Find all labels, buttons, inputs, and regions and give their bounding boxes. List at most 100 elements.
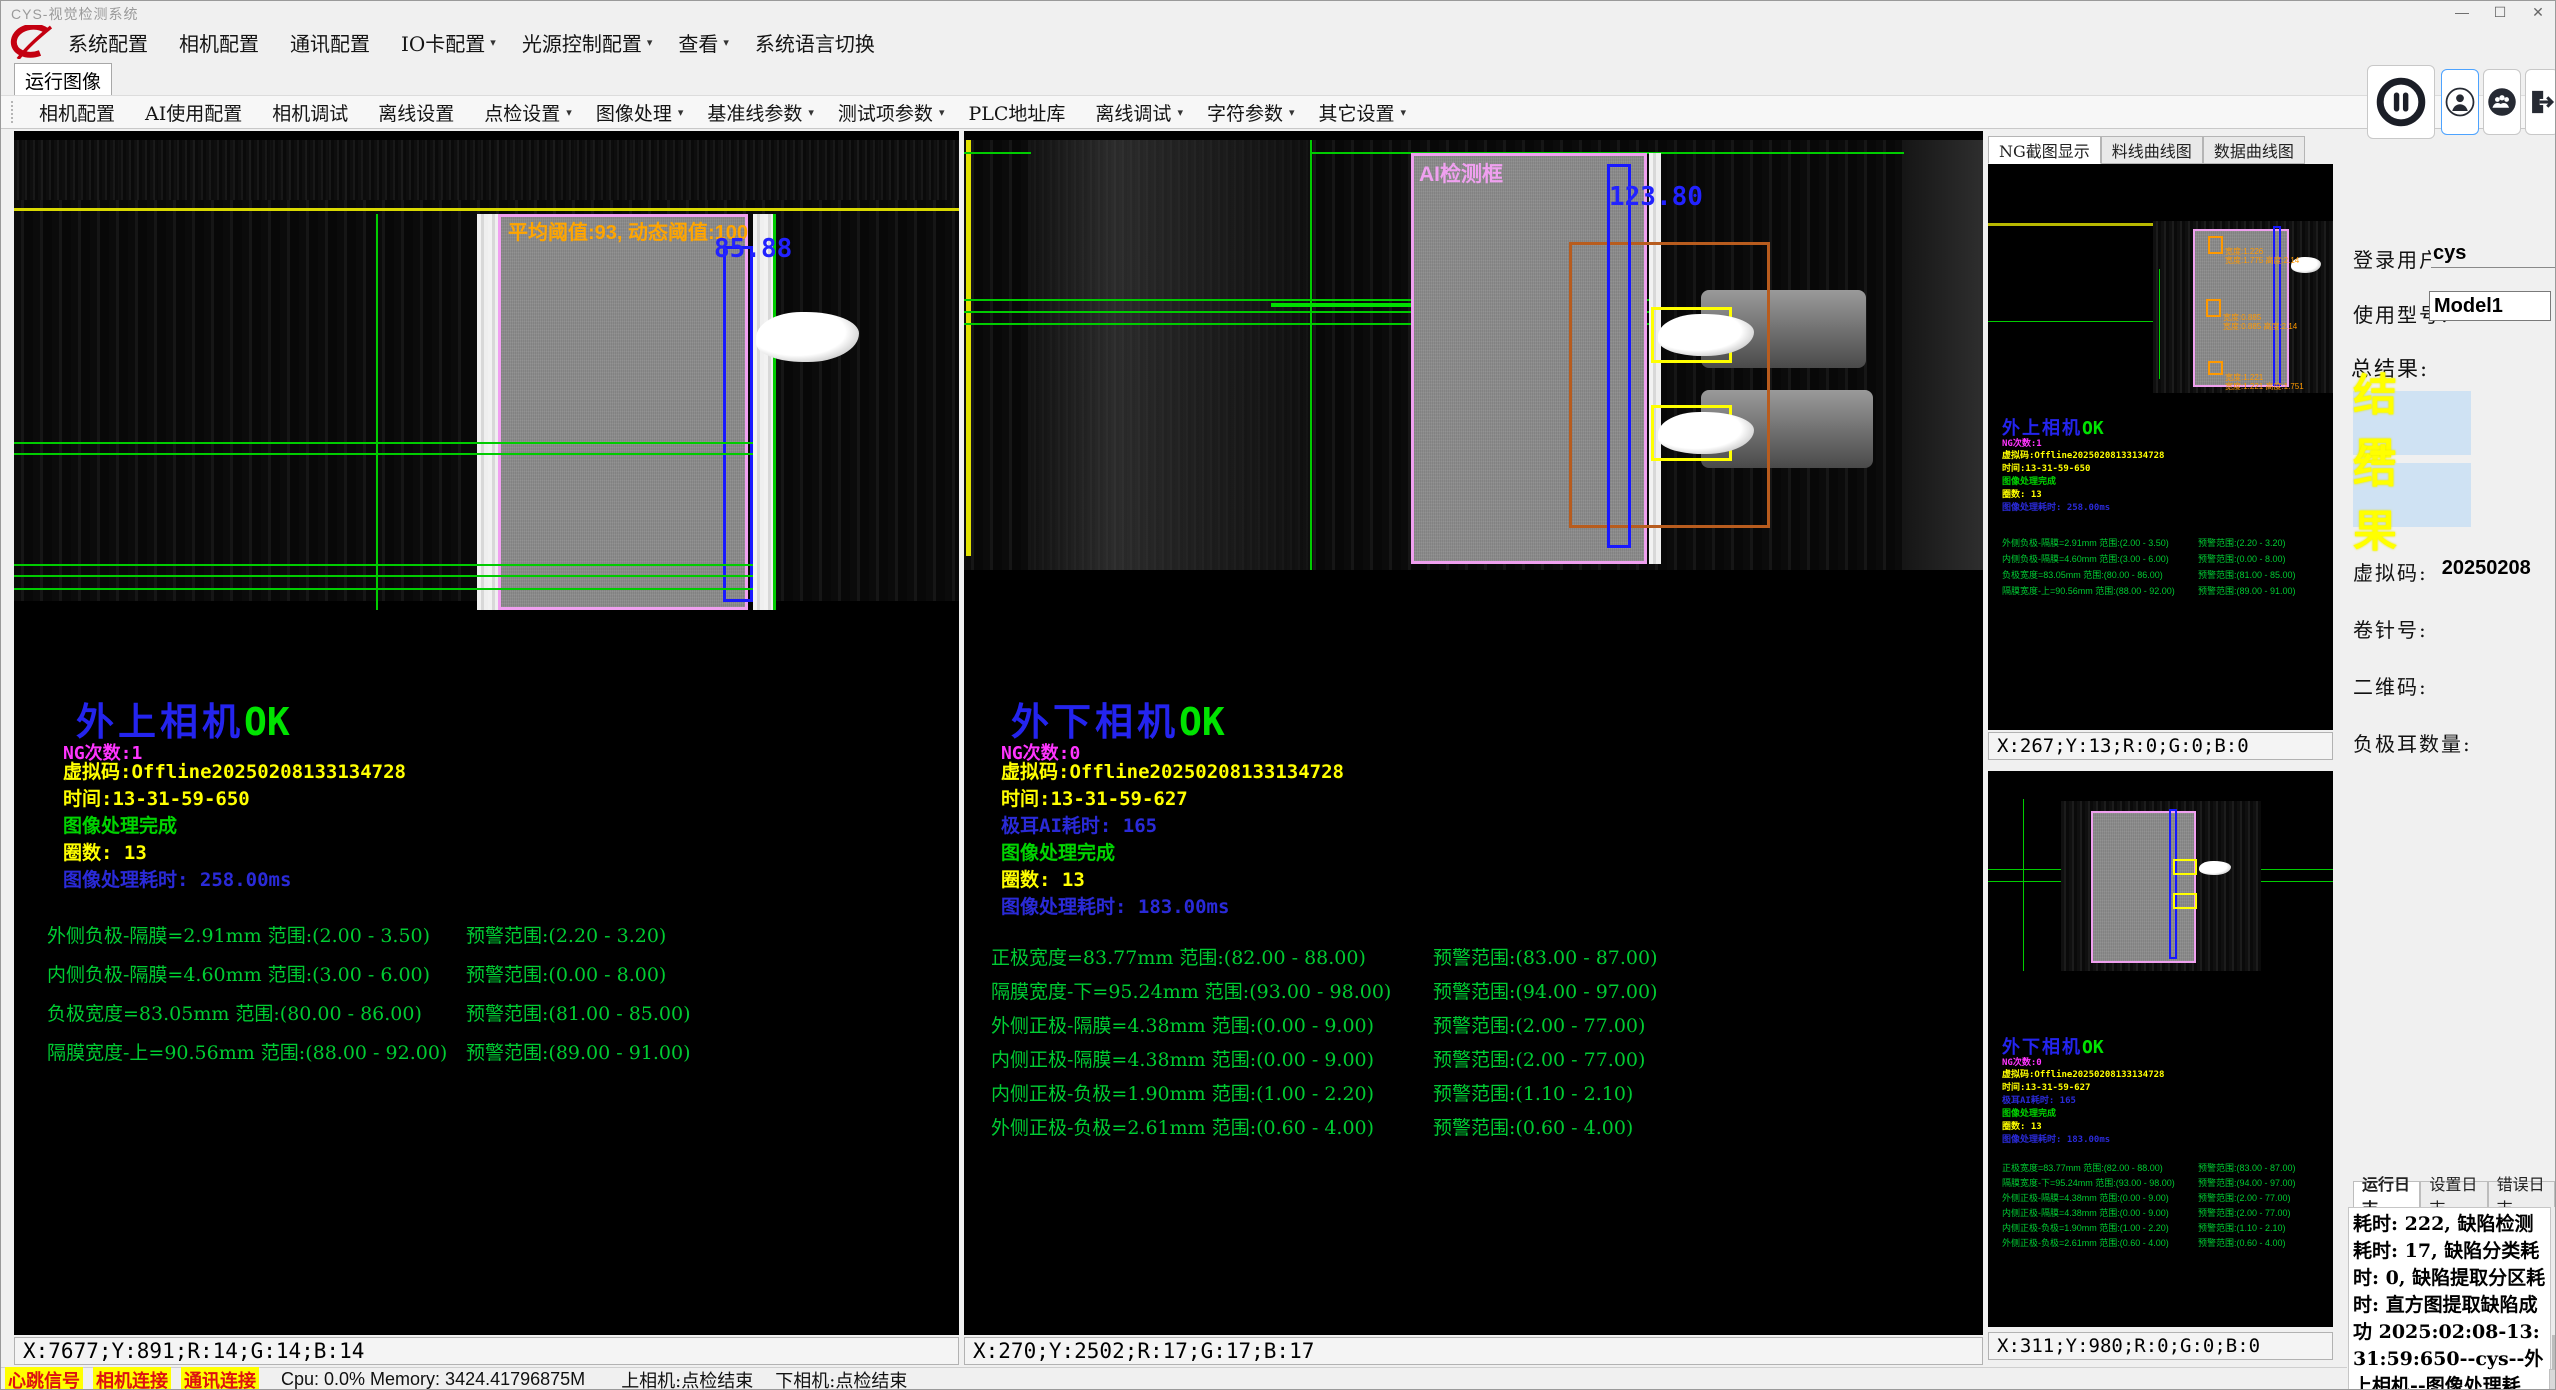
- middle-yellow-vline: [966, 140, 971, 556]
- menu-bar: 系统配置 相机配置 通讯配置 IO卡配置▾ 光源控制配置▾ 查看▾ 系统语言切换: [1, 23, 2556, 61]
- camera-info-line: 图像处理完成: [2002, 474, 2164, 487]
- log-tab[interactable]: 设置日志: [2420, 1181, 2487, 1209]
- measurement-row: 隔膜宽度-上=90.56mm 范围:(88.00 - 92.00) 预警范围:(…: [2002, 584, 2322, 600]
- info-field-row: 卷针号:: [2353, 614, 2531, 671]
- defect-note: 宽度:1.226 宽度:1.775 高度:2.14: [2225, 247, 2299, 265]
- info-field-value: 20250208: [2442, 557, 2531, 580]
- middle-camera-image[interactable]: AI检测框 123.80: [964, 140, 1983, 570]
- menu-item[interactable]: 相机配置: [166, 28, 277, 57]
- left-green-vline-right: [773, 214, 776, 610]
- log-tab[interactable]: 运行日志: [2353, 1181, 2420, 1209]
- mini-electrode: [2091, 811, 2196, 963]
- result-blocks: 结 果结 果: [2353, 391, 2471, 527]
- dropdown-arrow-icon: ▾: [1177, 106, 1183, 119]
- middle-measure-box: [1607, 164, 1631, 548]
- log-output[interactable]: 耗时: 222, 缺陷检测耗时: 17, 缺陷分类耗时: 0, 缺陷提取分区耗时…: [2348, 1207, 2551, 1390]
- camera-info-line: 图像处理完成: [63, 811, 406, 838]
- ng-snapshot-bottom: 外下相机OK NG次数:0 虚拟码:Offline202502081331347…: [1988, 771, 2333, 1327]
- thumb-bottom-green-vline: [2023, 799, 2024, 971]
- thumb-bottom-mini-image: [2061, 801, 2261, 971]
- user-button[interactable]: [2441, 69, 2479, 135]
- left-camera-title-row: 外上相机OK: [76, 691, 290, 746]
- menu-item[interactable]: 查看▾: [665, 28, 742, 57]
- model-input[interactable]: [2429, 291, 2551, 321]
- user-icon: [2445, 87, 2475, 117]
- camera-info-line: 图像处理耗时: 183.00ms: [2002, 1132, 2164, 1145]
- log-tab[interactable]: 错误日志: [2488, 1181, 2555, 1209]
- left-green-hline-1: [14, 442, 753, 444]
- toolbar-items: 相机配置 AI使用配置 相机调试 离线设置 点检设置▾ 图像处理▾ 基准线参数▾…: [27, 99, 1418, 126]
- middle-coords-bar: X:270;Y:2502;R:17;G:17;B:17: [964, 1337, 1983, 1365]
- sidebar-tab[interactable]: 数据曲线图: [2203, 136, 2305, 164]
- measurement-row: 内侧正极-负极=1.90mm 范围:(1.00 - 2.20) 预警范围:(1.…: [2002, 1221, 2322, 1236]
- camera-status-list: 上相机:点检结束下相机:点检结束: [621, 1367, 907, 1390]
- middle-orange-box: [1569, 242, 1770, 528]
- camera-status: 上相机:点检结束: [621, 1367, 753, 1390]
- toolbar-item[interactable]: 图像处理▾: [584, 99, 696, 126]
- status-indicators: 心跳信号相机连接通讯连接: [5, 1367, 259, 1390]
- status-indicator: 心跳信号: [5, 1367, 83, 1390]
- left-measure-value: 85.88: [714, 234, 792, 264]
- pause-button[interactable]: [2367, 65, 2435, 139]
- camera-info-line: 时间:13-31-59-627: [2002, 1080, 2164, 1093]
- middle-info-lines: 虚拟码:Offline20250208133134728时间:13-31-59-…: [1001, 757, 1344, 919]
- toolbar-item[interactable]: 离线调试▾: [1083, 99, 1195, 126]
- log-scrollbar[interactable]: [2551, 1207, 2556, 1390]
- menu-item[interactable]: IO卡配置▾: [388, 28, 509, 57]
- menu-item[interactable]: 系统配置: [55, 28, 166, 57]
- toolbar: 相机配置 AI使用配置 相机调试 离线设置 点检设置▾ 图像处理▾ 基准线参数▾…: [1, 95, 2556, 129]
- toolbar-item[interactable]: 字符参数▾: [1195, 99, 1307, 126]
- sidebar-tabs: NG截图显示料线曲线图数据曲线图: [1988, 136, 2305, 164]
- menu-item[interactable]: 光源控制配置▾: [509, 28, 666, 57]
- info-fields: 虚拟码: 20250208 卷针号: 二维码: 负极耳数量:: [2353, 557, 2531, 785]
- left-camera-image[interactable]: 平均阈值:93, 动态阈值:100 85.88: [14, 140, 959, 601]
- toolbar-item[interactable]: 离线设置: [366, 99, 472, 126]
- camera-info-line: 圈数: 13: [2002, 487, 2164, 500]
- menu-item[interactable]: 通讯配置: [277, 28, 388, 57]
- dropdown-arrow-icon: ▾: [1289, 106, 1295, 119]
- toolbar-item[interactable]: 其它设置▾: [1307, 99, 1419, 126]
- measurement-row: 外侧负极-隔膜=2.91mm 范围:(2.00 - 3.50) 预警范围:(2.…: [2002, 536, 2322, 552]
- middle-right-band: [1904, 140, 1983, 570]
- toolbar-item[interactable]: AI使用配置: [133, 99, 260, 126]
- toolbar-item[interactable]: 点检设置▾: [472, 99, 584, 126]
- toolbar-grip: [11, 101, 17, 123]
- maximize-button[interactable]: ☐: [2481, 1, 2519, 23]
- app-window: CYS-视觉检测系统 — ☐ ✕ 系统配置 相机配置 通讯配置 IO卡配置▾ 光…: [0, 0, 2556, 1390]
- toolbar-item[interactable]: PLC地址库: [956, 99, 1083, 126]
- toolbar-item[interactable]: 基准线参数▾: [695, 99, 826, 126]
- tab-run-image[interactable]: 运行图像: [14, 63, 112, 96]
- sidebar-tab[interactable]: NG截图显示: [1988, 136, 2101, 164]
- measurement-row: 负极宽度=83.05mm 范围:(80.00 - 86.00) 预警范围:(81…: [47, 999, 947, 1038]
- left-coords-bar: X:7677;Y:891;R:14;G:14;B:14: [14, 1337, 959, 1365]
- thumb-top-info-lines: 虚拟码:Offline20250208133134728时间:13-31-59-…: [2002, 448, 2164, 513]
- users-button[interactable]: [2483, 69, 2521, 135]
- toolbar-item[interactable]: 相机配置: [27, 99, 133, 126]
- mini-yellow-box-1: [2173, 859, 2197, 875]
- measurement-row: 内侧负极-隔膜=4.60mm 范围:(3.00 - 6.00) 预警范围:(0.…: [47, 960, 947, 999]
- sidebar-tab[interactable]: 料线曲线图: [2101, 136, 2203, 164]
- left-image-top-band: [14, 140, 959, 200]
- minimize-button[interactable]: —: [2443, 1, 2481, 23]
- info-field-row: 负极耳数量:: [2353, 728, 2531, 785]
- measurement-row: 负极宽度=83.05mm 范围:(80.00 - 86.00) 预警范围:(81…: [2002, 568, 2322, 584]
- toolbar-item[interactable]: 测试项参数▾: [826, 99, 957, 126]
- login-user-input[interactable]: [2431, 239, 2555, 268]
- camera-info-line: 虚拟码:Offline20250208133134728: [1001, 757, 1344, 784]
- camera-info-line: 极耳AI耗时: 165: [1001, 811, 1344, 838]
- info-field-label: 虚拟码:: [2353, 557, 2428, 586]
- mini-tab-blob: [2199, 861, 2231, 875]
- measurement-row: 外侧正极-隔膜=4.38mm 范围:(0.00 - 9.00) 预警范围:(2.…: [991, 1011, 1971, 1045]
- log-text: 耗时: 222, 缺陷检测耗时: 17, 缺陷分类耗时: 0, 缺陷提取分区耗时…: [2353, 1213, 2545, 1390]
- ng-snapshot-top: 宽度:1.226 宽度:1.775 高度:2.14 宽度:0.885 宽度:0.…: [1988, 164, 2333, 730]
- measurement-row: 外侧正极-负极=2.61mm 范围:(0.60 - 4.00) 预警范围:(0.…: [991, 1113, 1971, 1147]
- menu-item[interactable]: 系统语言切换: [742, 28, 893, 57]
- measurement-row: 正极宽度=83.77mm 范围:(82.00 - 88.00) 预警范围:(83…: [991, 943, 1971, 977]
- exit-button[interactable]: [2525, 69, 2556, 135]
- left-measure-box: [723, 246, 753, 602]
- left-green-vline: [376, 214, 378, 610]
- cpu-memory-status: Cpu: 0.0% Memory: 3424.41796875M: [281, 1369, 585, 1390]
- middle-green-segment: [1271, 303, 1421, 307]
- toolbar-item[interactable]: 相机调试: [260, 99, 366, 126]
- close-button[interactable]: ✕: [2519, 1, 2556, 23]
